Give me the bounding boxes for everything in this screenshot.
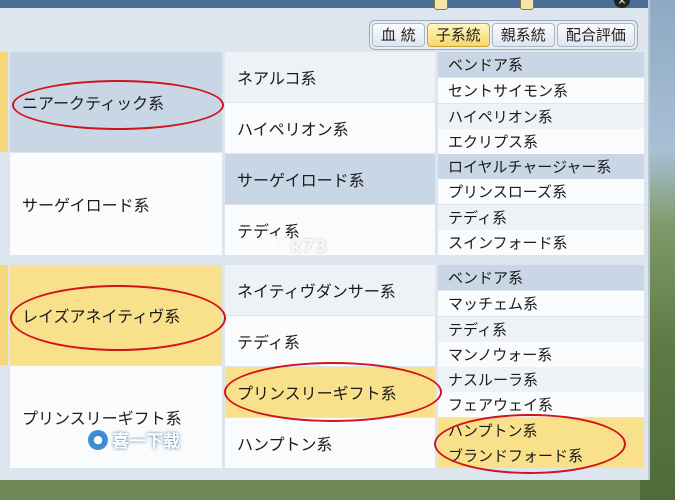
child-line-cell[interactable]: ハイペリオン系	[438, 104, 644, 129]
child-line-cell[interactable]: フェアウェイ系	[438, 392, 644, 417]
child-line-cell[interactable]: テディ系	[438, 205, 644, 230]
download-badge: ● 喜一下载	[88, 427, 180, 452]
child-line-cell[interactable]: テディ系	[438, 317, 644, 342]
tab-parent-line[interactable]: 親系統	[491, 23, 555, 47]
dam-line-cell[interactable]: プリンスリーギフト系	[10, 366, 222, 468]
watermark-logo-icon	[272, 234, 292, 254]
child-line-cell[interactable]: セントサイモン系	[438, 78, 644, 103]
bloodline-panel: × 血 統 子系統 親系統 配合評価 ニアークティック系 サーゲイロード系 ネア…	[0, 0, 650, 480]
child-line-cell[interactable]: エクリプス系	[438, 129, 644, 154]
sub-line-cell[interactable]: ネアルコ系	[225, 52, 435, 102]
download-logo-icon: ●	[88, 429, 108, 450]
sub-line-cell[interactable]: ハンプトン系	[225, 418, 435, 468]
child-line-cell[interactable]: プリンスローズ系	[438, 179, 644, 204]
tab-breeding-rating[interactable]: 配合評価	[556, 23, 635, 47]
child-line-cell[interactable]: スインフォード系	[438, 230, 644, 255]
top-button-right[interactable]	[520, 0, 534, 10]
top-button-left[interactable]	[434, 0, 448, 10]
child-line-cell[interactable]: ロイヤルチャージャー系	[438, 154, 644, 179]
row-accent-strip	[0, 265, 8, 365]
sub-line-cell[interactable]: サーゲイロード系	[225, 154, 435, 204]
child-line-cell[interactable]: ブランドフォード系	[438, 443, 644, 468]
sire-line-cell[interactable]: ニアークティック系	[10, 52, 222, 152]
watermark-text: k73	[290, 236, 328, 257]
download-badge-label: 喜一下载	[112, 432, 180, 452]
view-tabs: 血 統 子系統 親系統 配合評価	[369, 20, 638, 50]
child-line-cell[interactable]: ナスルーラ系	[438, 367, 644, 392]
tab-pedigree[interactable]: 血 統	[372, 23, 425, 47]
child-line-cell[interactable]: マッチェム系	[438, 291, 644, 316]
sub-line-cell[interactable]: ネイティヴダンサー系	[225, 265, 435, 315]
child-line-cell[interactable]: ハンプトン系	[438, 418, 644, 443]
sub-line-cell[interactable]: テディ系	[225, 205, 435, 255]
dam-line-cell[interactable]: サーゲイロード系	[10, 153, 222, 255]
sub-line-cell[interactable]: テディ系	[225, 316, 435, 366]
sub-line-cell[interactable]: プリンスリーギフト系	[225, 367, 435, 417]
window-titlebar: ×	[0, 0, 648, 10]
child-line-cell[interactable]: ベンドア系	[438, 52, 644, 77]
child-line-cell[interactable]: マンノウォー系	[438, 342, 644, 367]
sub-line-cell[interactable]: ハイペリオン系	[225, 103, 435, 153]
sire-line-cell[interactable]: レイズアネイティヴ系	[10, 265, 222, 365]
child-line-cell[interactable]: ベンドア系	[438, 265, 644, 290]
close-button[interactable]: ×	[614, 0, 630, 8]
row-accent-strip	[0, 52, 8, 152]
tab-sire-line[interactable]: 子系統	[426, 23, 490, 47]
